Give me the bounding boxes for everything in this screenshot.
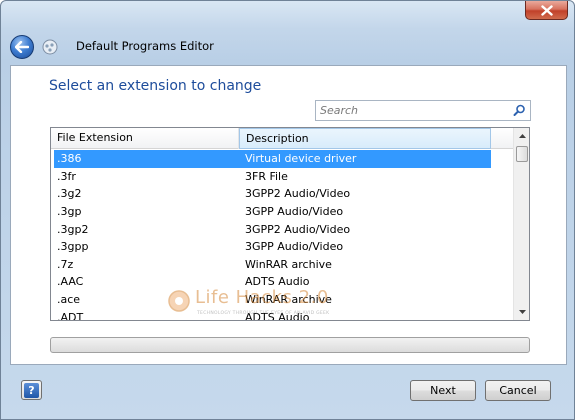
extension-cell: .7z [57,257,74,271]
help-icon: ? [24,382,39,398]
list-item[interactable]: .7z WinRAR archive [51,256,514,274]
search-box[interactable] [315,100,531,121]
close-button[interactable] [525,1,568,20]
description-cell: Virtual device driver [245,152,357,166]
extension-cell: .ADT [57,310,84,321]
list-rows: .386 Virtual device driver .3fr 3FR File .3g… [51,150,514,321]
window-title: Default Programs Editor [76,39,214,53]
content-panel: Select an extension to change File Exten… [10,65,567,365]
extension-cell: .3gpp [57,240,89,254]
description-cell: 3GPP2 Audio/Video [245,222,351,236]
cancel-button[interactable]: Cancel [485,380,551,401]
list-item[interactable]: .3gp2 3GPP2 Audio/Video [51,220,514,238]
description-cell: 3GPP Audio/Video [245,240,344,254]
list-item[interactable]: .ace WinRAR archive [51,291,514,309]
description-cell: ADTS Audio [245,275,310,289]
description-cell: WinRAR archive [245,293,332,307]
extension-cell: .AAC [57,275,84,289]
list-item[interactable]: .3fr 3FR File [51,168,514,186]
search-input[interactable] [316,101,506,120]
extension-cell: .3fr [57,169,76,183]
window: Default Programs Editor Select an extens… [0,0,575,420]
title-row: Default Programs Editor [1,29,574,63]
back-arrow-icon [15,41,29,53]
scrollbar-thumb[interactable] [516,146,528,162]
list-item[interactable]: .3gp 3GPP Audio/Video [51,203,514,221]
list-item[interactable]: .ADT ADTS Audio [51,308,514,321]
search-icon[interactable] [513,104,526,117]
column-header-file-extension[interactable]: File Extension [51,128,239,149]
description-cell: 3FR File [245,169,288,183]
list-item[interactable]: .3g2 3GPP2 Audio/Video [51,185,514,203]
scroll-down-icon[interactable] [514,304,529,320]
page-heading: Select an extension to change [49,78,262,94]
next-button[interactable]: Next [410,380,476,401]
list-item[interactable]: .386 Virtual device driver [54,150,491,168]
extension-cell: .ace [57,293,81,307]
extension-cell: .3gp [57,205,82,219]
scroll-up-icon[interactable] [514,128,529,144]
description-cell: WinRAR archive [245,257,332,271]
list-item[interactable]: .AAC ADTS Audio [51,273,514,291]
extension-cell: .386 [57,152,82,166]
help-button[interactable]: ? [21,380,42,400]
description-cell: 3GPP Audio/Video [245,205,344,219]
extension-cell: .3g2 [57,187,82,201]
progress-bar [50,337,530,353]
description-cell: 3GPP2 Audio/Video [245,187,351,201]
close-icon [540,4,553,16]
extension-list[interactable]: File Extension Description .386 Virtual d… [50,127,530,321]
list-item[interactable]: .3gpp 3GPP Audio/Video [51,238,514,256]
app-icon [42,39,58,55]
column-header-description[interactable]: Description [239,128,491,149]
extension-cell: .3gp2 [57,222,89,236]
back-button[interactable] [10,35,34,59]
list-header: File Extension Description [51,128,514,149]
description-cell: ADTS Audio [245,310,310,321]
vertical-scrollbar[interactable] [513,128,529,320]
